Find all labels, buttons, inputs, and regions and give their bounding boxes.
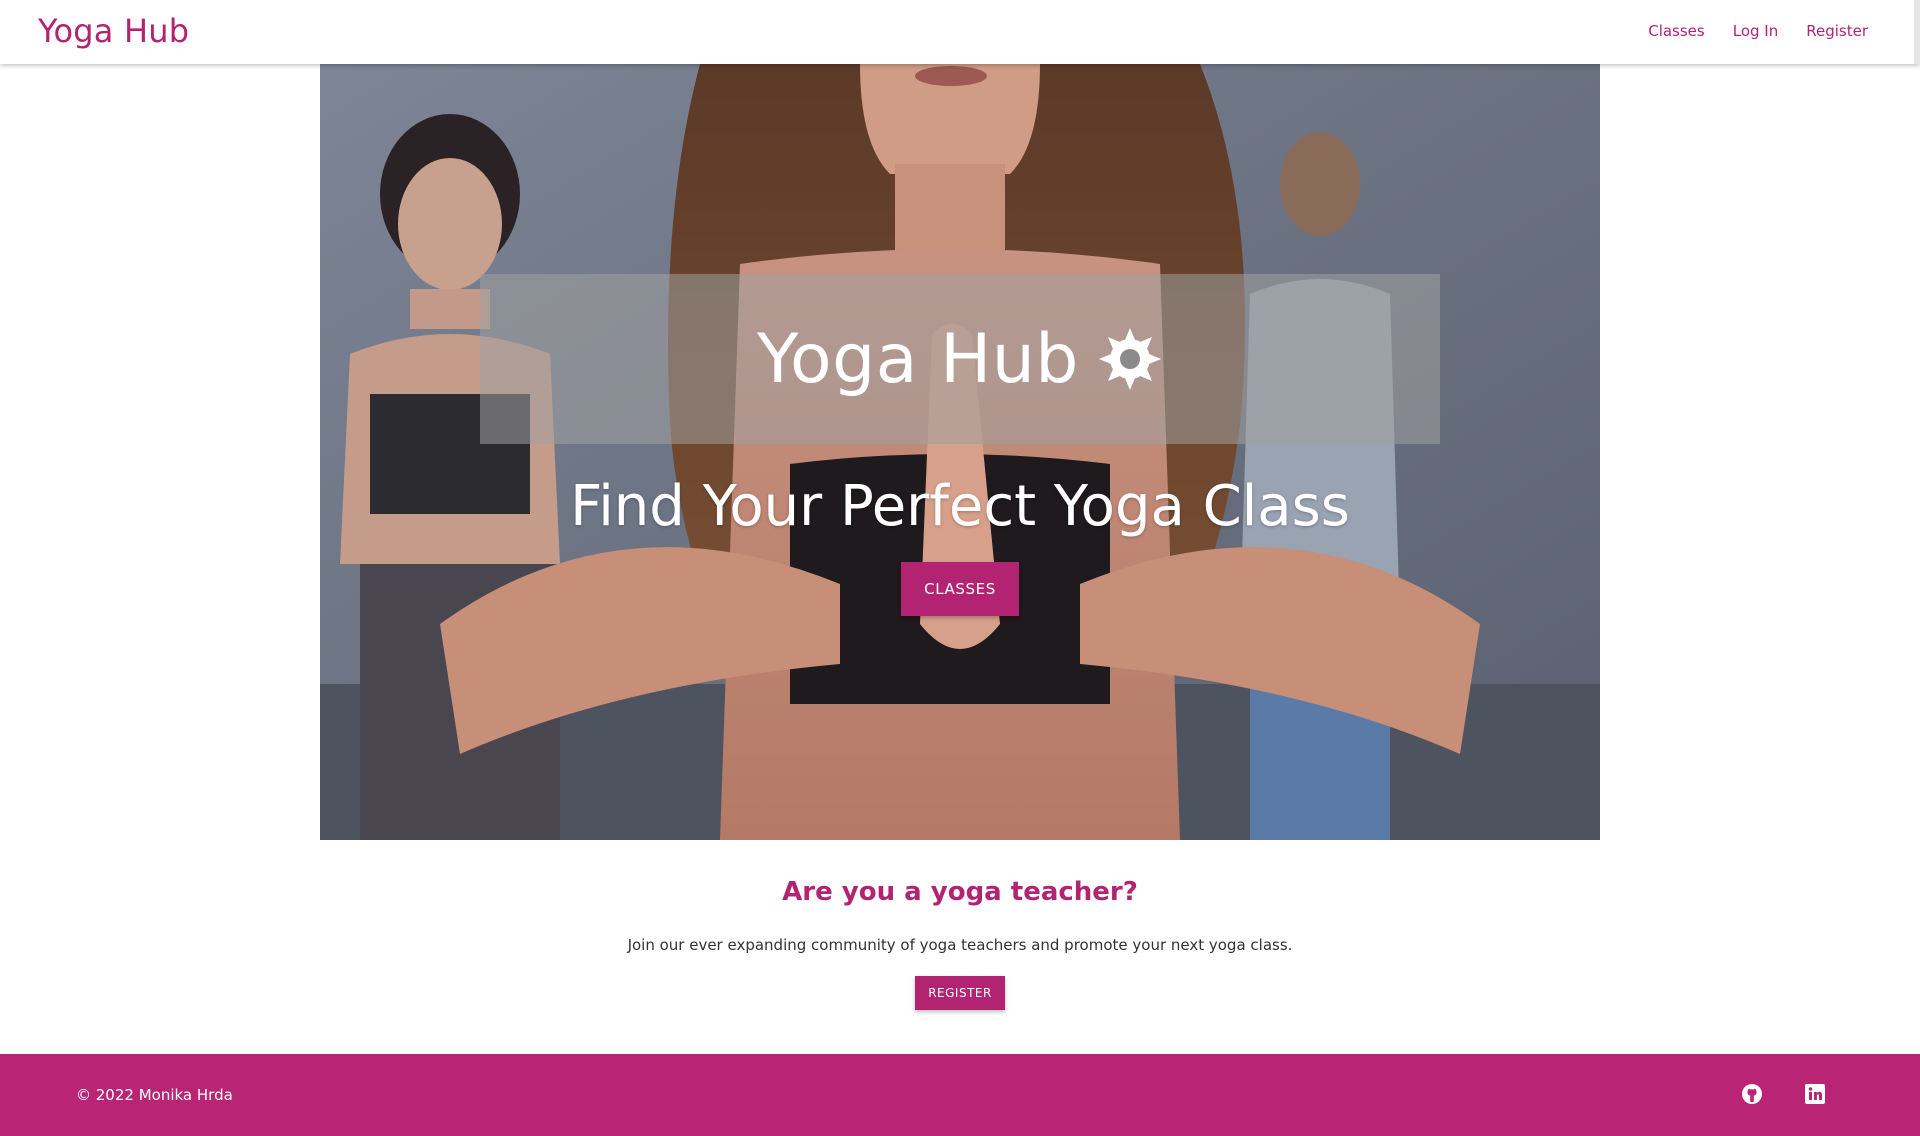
nav-link-login[interactable]: Log In bbox=[1733, 22, 1779, 40]
teacher-text: Join our ever expanding community of yog… bbox=[627, 936, 1293, 954]
brand-link[interactable]: Yoga Hub bbox=[38, 12, 189, 50]
scrollbar[interactable] bbox=[1914, 0, 1920, 64]
hero-title: Yoga Hub bbox=[757, 319, 1079, 399]
hero-subtitle: Find Your Perfect Yoga Class bbox=[570, 474, 1350, 539]
copyright-text: © 2022 Monika Hrda bbox=[76, 1086, 233, 1104]
page: Yoga Hub Classes Log In Register Yoga Hu… bbox=[0, 0, 1920, 1136]
classes-button[interactable]: CLASSES bbox=[901, 562, 1019, 616]
hero-background-image bbox=[320, 64, 1600, 840]
sun-icon bbox=[1098, 328, 1161, 390]
nav-links: Classes Log In Register bbox=[1648, 22, 1868, 40]
footer: © 2022 Monika Hrda bbox=[0, 1054, 1920, 1136]
register-button[interactable]: REGISTER bbox=[915, 976, 1005, 1010]
teacher-heading: Are you a yoga teacher? bbox=[782, 877, 1138, 907]
nav-link-register[interactable]: Register bbox=[1806, 22, 1868, 40]
hero-banner: Yoga Hub Find Your Perfect Yoga Class CL… bbox=[320, 64, 1600, 840]
nav-link-classes[interactable]: Classes bbox=[1648, 22, 1705, 40]
hero-title-box: Yoga Hub bbox=[480, 274, 1440, 444]
github-icon[interactable] bbox=[1741, 1083, 1763, 1105]
navbar: Yoga Hub Classes Log In Register bbox=[0, 0, 1920, 64]
linkedin-icon[interactable] bbox=[1804, 1083, 1826, 1105]
